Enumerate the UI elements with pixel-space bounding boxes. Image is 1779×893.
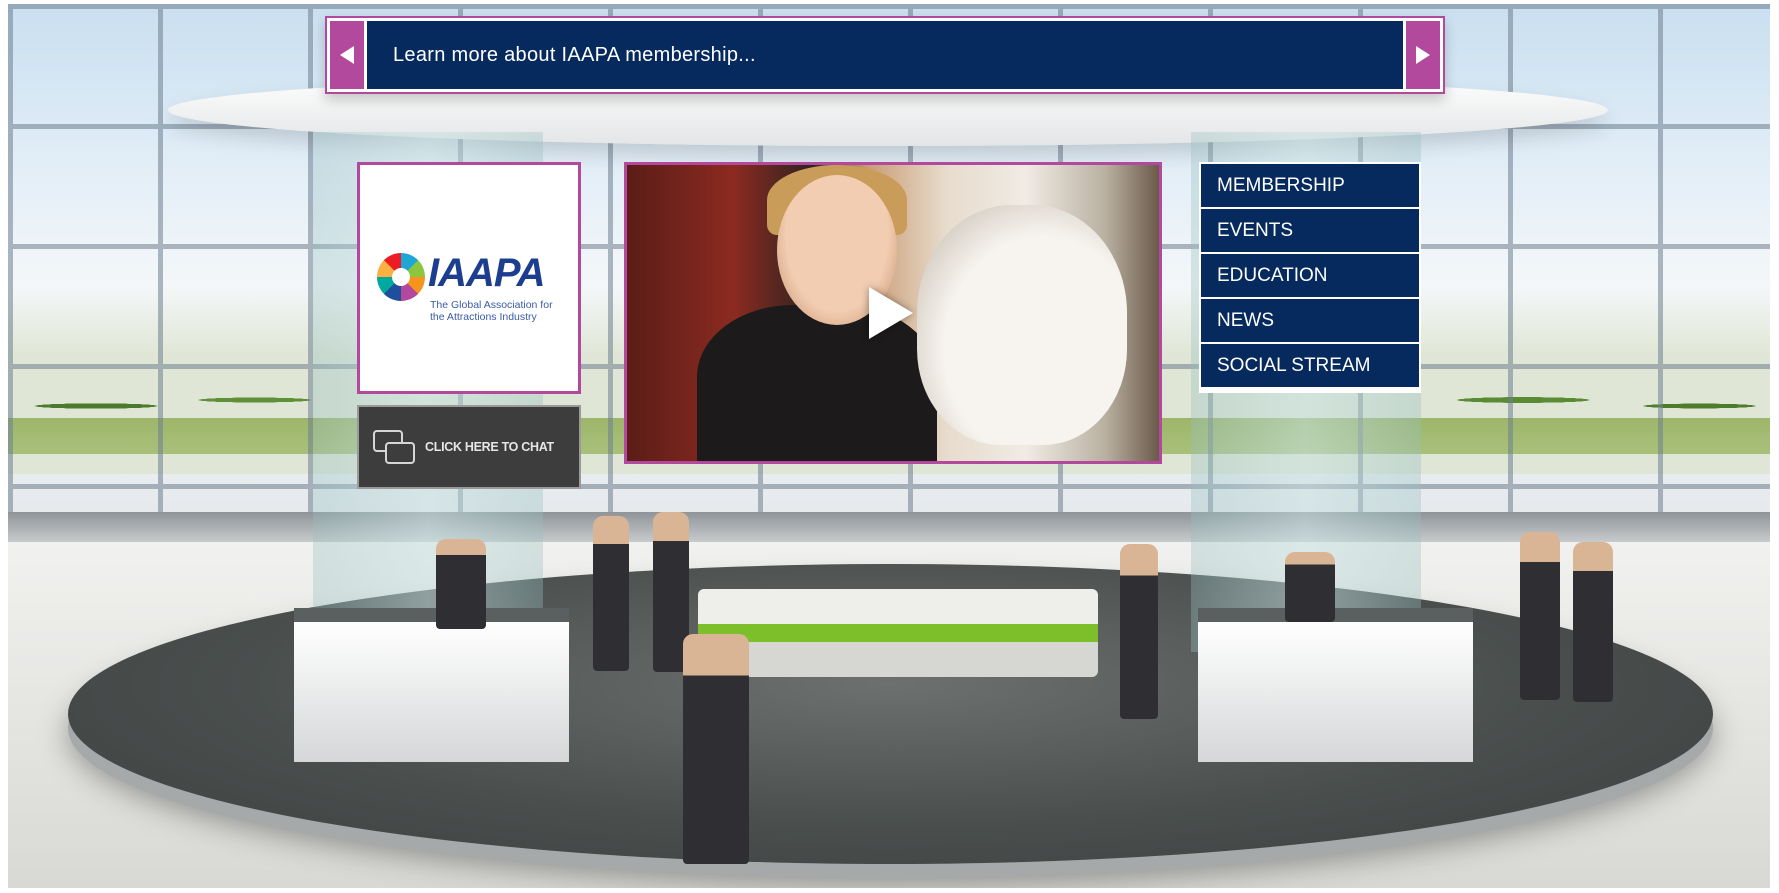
- banner-next-button[interactable]: [1406, 21, 1440, 89]
- attendee-figure: [593, 516, 629, 671]
- triangle-left-icon: [340, 46, 354, 64]
- banner-text-area[interactable]: Learn more about IAAPA membership...: [367, 21, 1403, 89]
- iaapa-star-logo-icon: [377, 253, 425, 301]
- attendee-figure: [1120, 544, 1158, 719]
- play-icon[interactable]: [869, 287, 913, 339]
- info-banner: Learn more about IAAPA membership...: [325, 16, 1445, 94]
- logo-tagline: The Global Association for the Attractio…: [430, 299, 553, 323]
- video-player[interactable]: [624, 162, 1162, 464]
- attendee-figure: [1520, 532, 1560, 700]
- menu-item-membership[interactable]: MEMBERSHIP: [1201, 164, 1419, 207]
- triangle-right-icon: [1416, 46, 1430, 64]
- menu-item-education[interactable]: EDUCATION: [1201, 254, 1419, 297]
- menu-item-events[interactable]: EVENTS: [1201, 209, 1419, 252]
- chat-button[interactable]: CLICK HERE TO CHAT: [357, 405, 581, 489]
- attendee-figure: [436, 539, 486, 629]
- lounge-sofa: [698, 589, 1098, 677]
- video-thumbnail-carousel-horse: [917, 205, 1127, 445]
- menu-item-news[interactable]: NEWS: [1201, 299, 1419, 342]
- chat-bubbles-icon: [373, 430, 415, 464]
- chat-button-label: CLICK HERE TO CHAT: [425, 440, 554, 454]
- logo-wordmark: IAAPA: [428, 251, 545, 295]
- banner-prev-button[interactable]: [330, 21, 364, 89]
- attendee-figure: [1285, 552, 1335, 622]
- attendee-figure: [683, 634, 749, 864]
- attendee-figure: [1573, 542, 1613, 702]
- iaapa-logo-panel[interactable]: IAAPA The Global Association for the Att…: [357, 162, 581, 394]
- floor-edge: [8, 512, 1770, 542]
- banner-text[interactable]: Learn more about IAAPA membership...: [393, 44, 756, 67]
- right-reception-desk: [1198, 622, 1473, 762]
- booth-menu: MEMBERSHIP EVENTS EDUCATION NEWS SOCIAL …: [1199, 162, 1421, 393]
- left-reception-desk: [294, 622, 569, 762]
- menu-item-social-stream[interactable]: SOCIAL STREAM: [1201, 344, 1419, 387]
